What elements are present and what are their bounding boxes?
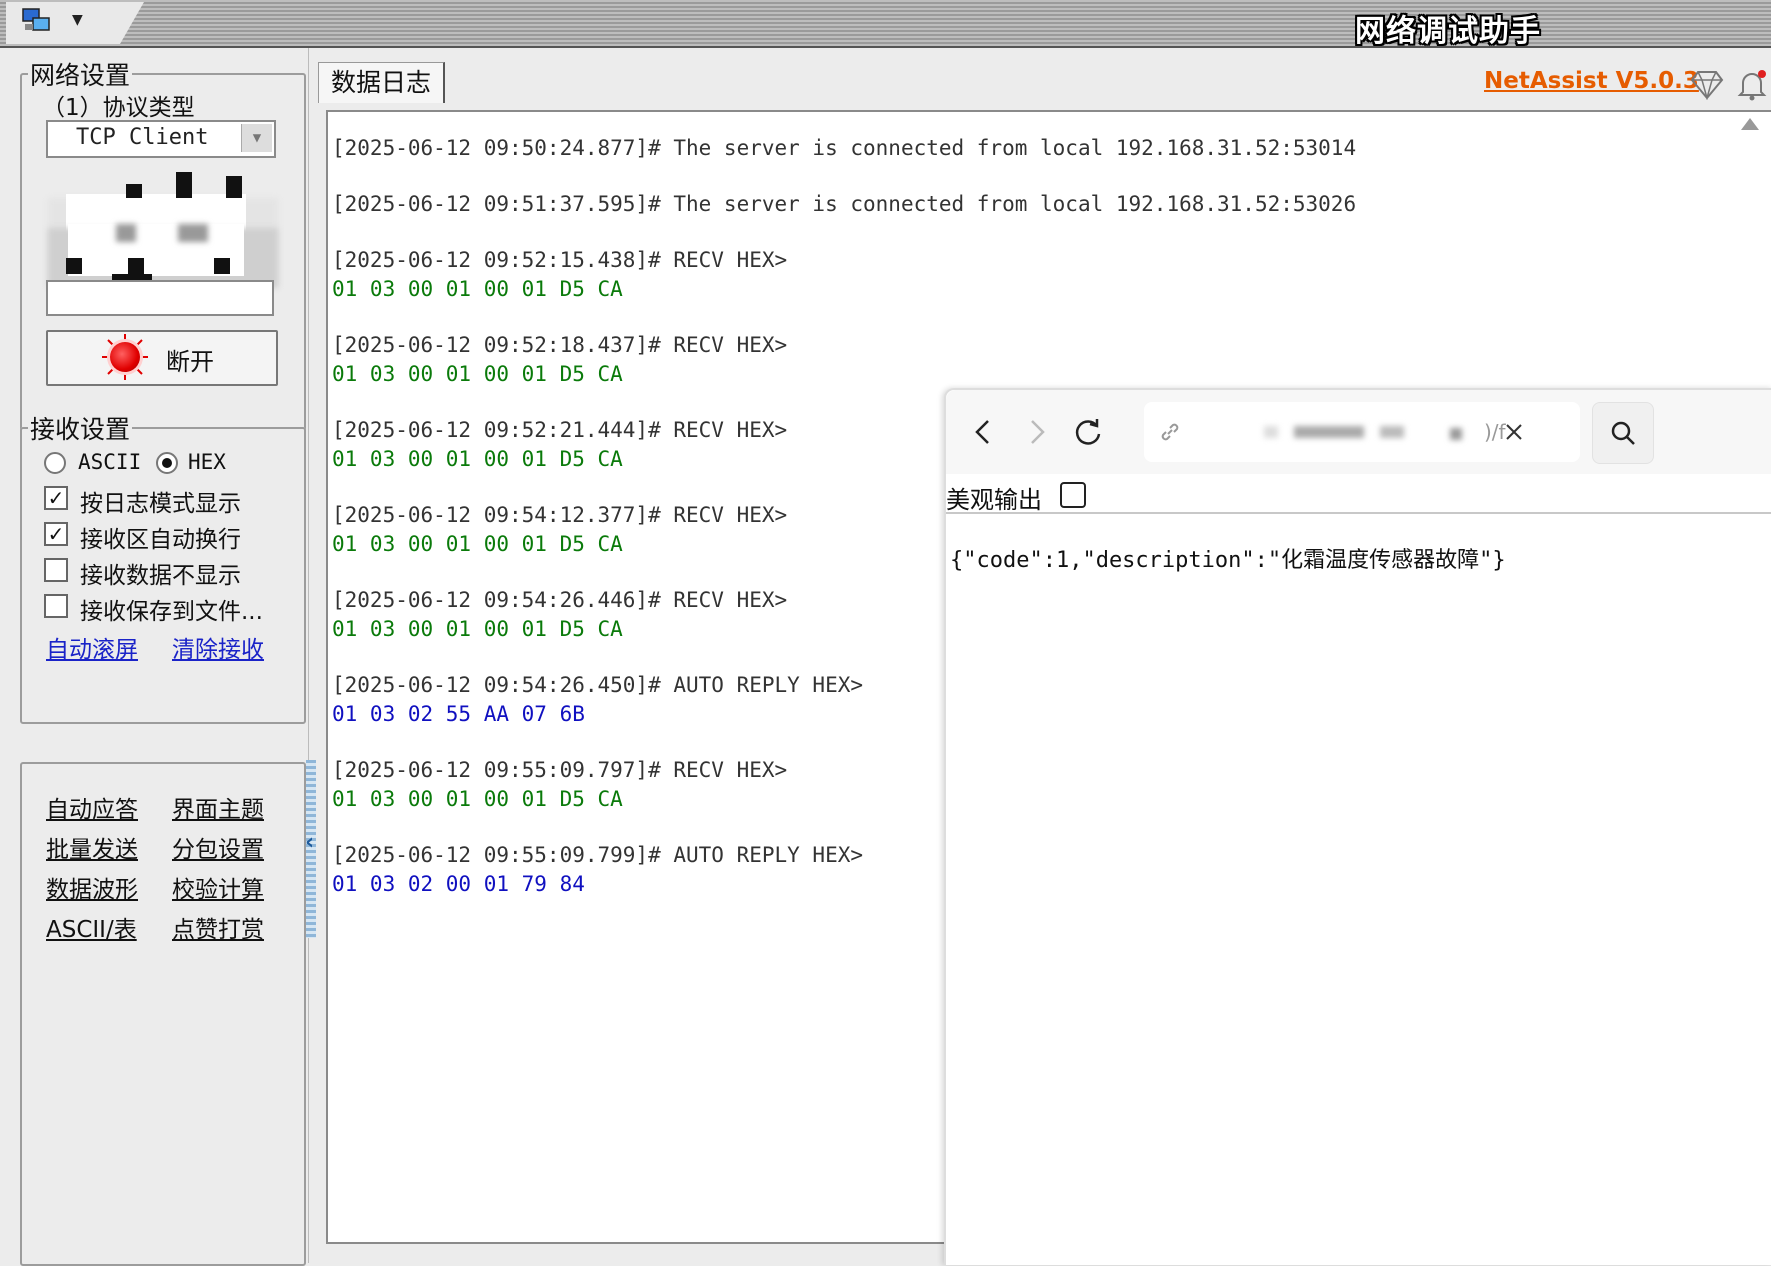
receive-settings-legend: 接收设置 bbox=[30, 415, 131, 444]
save-to-file-checkbox[interactable] bbox=[44, 594, 68, 618]
pretty-print-checkbox[interactable] bbox=[1060, 482, 1086, 508]
red-dot-icon bbox=[110, 342, 140, 372]
log-data: 01 03 00 01 00 01 D5 CA bbox=[332, 277, 623, 301]
diamond-icon[interactable] bbox=[1690, 70, 1724, 100]
log-header: [2025-06-12 09:54:26.450]# AUTO REPLY HE… bbox=[332, 673, 864, 697]
log-data: 01 03 00 01 00 01 D5 CA bbox=[332, 617, 623, 641]
link-icon bbox=[1161, 423, 1179, 441]
tool-packet-settings[interactable]: 分包设置 bbox=[172, 830, 264, 864]
collapse-arrow-icon[interactable]: ‹ bbox=[305, 830, 314, 855]
url-fragment: )/f bbox=[1484, 420, 1506, 444]
chevron-down-icon[interactable]: ▼ bbox=[72, 12, 83, 28]
auto-scroll-link[interactable]: 自动滚屏 bbox=[46, 630, 138, 664]
log-data: 01 03 00 01 00 01 D5 CA bbox=[332, 787, 623, 811]
forward-icon[interactable] bbox=[1016, 412, 1056, 452]
network-settings-legend: 网络设置 bbox=[30, 61, 131, 90]
protocol-type-label: （1）协议类型 bbox=[42, 95, 195, 121]
log-header: [2025-06-12 09:50:24.877]# The server is… bbox=[332, 136, 1357, 160]
hide-data-label: 接收数据不显示 bbox=[80, 563, 241, 589]
reload-icon[interactable] bbox=[1068, 412, 1108, 452]
divider bbox=[946, 512, 1771, 514]
url-bar[interactable]: )/f bbox=[1144, 402, 1580, 462]
scroll-up-arrow-icon[interactable] bbox=[1741, 118, 1759, 130]
tool-checksum[interactable]: 校验计算 bbox=[172, 870, 264, 904]
title-bar: ▼ 网络调试助手 bbox=[0, 0, 1771, 49]
log-header: [2025-06-12 09:52:15.438]# RECV HEX> bbox=[332, 248, 788, 272]
search-button[interactable] bbox=[1592, 402, 1654, 464]
pretty-print-label: 美观输出 bbox=[946, 486, 1042, 514]
log-header: [2025-06-12 09:54:26.446]# RECV HEX> bbox=[332, 588, 788, 612]
log-data: 01 03 02 55 AA 07 6B bbox=[332, 702, 585, 726]
tab-data-log[interactable]: 数据日志 bbox=[318, 62, 445, 103]
browser-window: )/f 美观输出 {"code":1,"description":"化霜温度传感… bbox=[944, 388, 1771, 1265]
log-mode-checkbox[interactable]: ✓ bbox=[44, 486, 68, 510]
tool-ascii-table[interactable]: ASCII/表 bbox=[46, 910, 137, 944]
log-data: 01 03 02 00 01 79 84 bbox=[332, 872, 585, 896]
port-input[interactable] bbox=[46, 280, 274, 316]
ascii-radio-label: ASCII bbox=[78, 450, 142, 474]
log-data: 01 03 00 01 00 01 D5 CA bbox=[332, 532, 623, 556]
browser-toolbar: )/f bbox=[946, 390, 1771, 474]
auto-wrap-checkbox[interactable]: ✓ bbox=[44, 522, 68, 546]
network-app-icon[interactable] bbox=[22, 8, 50, 34]
back-icon[interactable] bbox=[964, 412, 1004, 452]
tool-ui-theme[interactable]: 界面主题 bbox=[172, 790, 264, 824]
log-header: [2025-06-12 09:52:21.444]# RECV HEX> bbox=[332, 418, 788, 442]
window-title: 网络调试助手 bbox=[1355, 14, 1541, 49]
auto-wrap-label: 接收区自动换行 bbox=[80, 527, 241, 553]
log-data: 01 03 00 01 00 01 D5 CA bbox=[332, 362, 623, 386]
disconnect-label: 断开 bbox=[166, 348, 214, 376]
hide-data-checkbox[interactable] bbox=[44, 558, 68, 582]
chevron-down-icon[interactable]: ▼ bbox=[241, 124, 272, 152]
left-panel: 网络设置 （1）协议类型 TCP Client ▼ 断开 接收设置 ASCII … bbox=[8, 48, 309, 1266]
ascii-radio[interactable] bbox=[44, 452, 66, 474]
protocol-type-select[interactable]: TCP Client ▼ bbox=[46, 120, 276, 158]
save-to-file-label: 接收保存到文件... bbox=[80, 599, 263, 625]
tool-batch-send[interactable]: 批量发送 bbox=[46, 830, 138, 864]
search-icon bbox=[1611, 421, 1635, 445]
log-header: [2025-06-12 09:51:37.595]# The server is… bbox=[332, 192, 1357, 216]
hex-radio[interactable] bbox=[156, 452, 178, 474]
disconnect-button[interactable]: 断开 bbox=[46, 330, 278, 386]
pretty-print-row: 美观输出 bbox=[946, 476, 1771, 516]
log-header: [2025-06-12 09:55:09.797]# RECV HEX> bbox=[332, 758, 788, 782]
protocol-type-value: TCP Client bbox=[76, 125, 209, 150]
tool-data-waveform[interactable]: 数据波形 bbox=[46, 870, 138, 904]
log-data: 01 03 00 01 00 01 D5 CA bbox=[332, 447, 623, 471]
clear-receive-link[interactable]: 清除接收 bbox=[172, 630, 264, 664]
json-response: {"code":1,"description":"化霜温度传感器故障"} bbox=[950, 548, 1506, 573]
tool-auto-reply[interactable]: 自动应答 bbox=[46, 790, 138, 824]
log-header: [2025-06-12 09:54:12.377]# RECV HEX> bbox=[332, 503, 788, 527]
bell-icon[interactable] bbox=[1735, 68, 1769, 102]
version-link[interactable]: NetAssist V5.0.3 bbox=[1484, 68, 1699, 94]
log-header: [2025-06-12 09:52:18.437]# RECV HEX> bbox=[332, 333, 788, 357]
log-mode-label: 按日志模式显示 bbox=[80, 491, 241, 517]
hex-radio-label: HEX bbox=[188, 450, 226, 474]
log-header: [2025-06-12 09:55:09.799]# AUTO REPLY HE… bbox=[332, 843, 864, 867]
clear-icon[interactable] bbox=[1504, 422, 1524, 442]
tool-donate[interactable]: 点赞打赏 bbox=[172, 910, 264, 944]
